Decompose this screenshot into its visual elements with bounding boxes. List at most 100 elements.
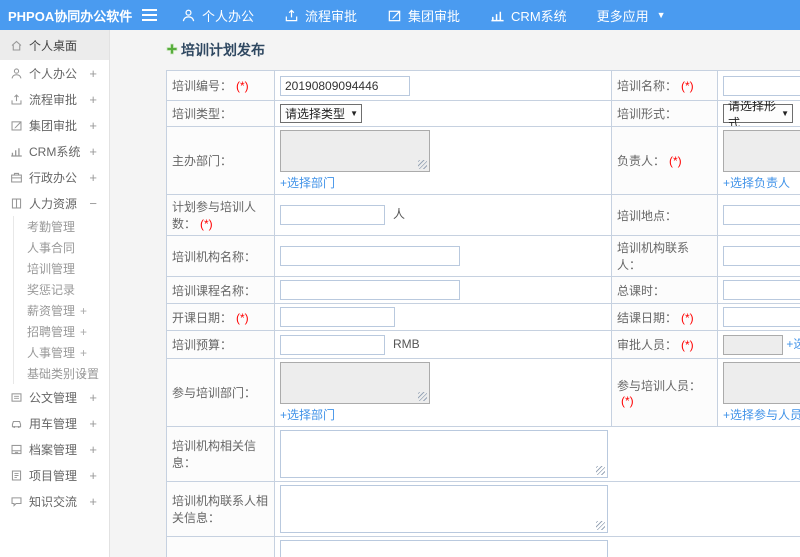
course-name-input[interactable]: [280, 280, 460, 300]
field-label: 总课时：: [617, 283, 666, 298]
select-approver-link[interactable]: +选择审批人员: [786, 337, 800, 351]
sidebar-item-salary-mgmt[interactable]: 薪资管理 +: [14, 300, 109, 321]
nav-personal-office[interactable]: 个人办公: [181, 6, 254, 25]
required-mark: (*): [669, 154, 682, 168]
nav-group-approval[interactable]: 集团审批: [387, 6, 460, 25]
select-department-link[interactable]: +选择部门: [280, 406, 606, 423]
select-participants-link[interactable]: +选择参与人员: [723, 406, 800, 423]
sidebar: 个人桌面 个人办公 + 流程审批 + 集团审批 + CRM系统 + 行政办公 +…: [0, 30, 110, 557]
training-type-select[interactable]: 请选择类型 ▼: [280, 104, 362, 123]
training-name-input[interactable]: [723, 75, 800, 96]
table-row: 培训要求：: [166, 536, 800, 557]
sidebar-item-crm[interactable]: CRM系统 +: [0, 138, 109, 164]
main-content: 培训计划发布 培训编号：(*) 培训名称：(*) 培训类型： 请选择类型▼ 培训…: [110, 30, 800, 557]
expand-plus-icon[interactable]: +: [80, 325, 87, 339]
sidebar-item-hr[interactable]: 人力资源 −: [0, 190, 109, 216]
hr-submenu: 考勤管理 人事合同 培训管理 奖惩记录 薪资管理 + 招聘管理 + 人事管理 + 基础…: [13, 216, 109, 384]
top-bar: PHPOA协同办公软件 个人办公 流程审批 集团审批 CRM系统 更多应用 ▼: [0, 0, 800, 30]
total-hours-input[interactable]: [723, 280, 800, 300]
page-title: 培训计划发布: [166, 40, 800, 60]
org-info-textarea[interactable]: [280, 430, 608, 478]
table-row: 开课日期： (*) 结课日期： (*): [166, 303, 800, 331]
nav-workflow-approval[interactable]: 流程审批: [284, 6, 357, 25]
chart-icon: [10, 145, 23, 158]
sidebar-item-recruit-mgmt[interactable]: 招聘管理 +: [14, 321, 109, 342]
approver-field[interactable]: [723, 334, 783, 355]
participating-departments-textarea[interactable]: [280, 362, 430, 404]
expand-plus-icon[interactable]: +: [89, 494, 97, 509]
sidebar-item-workflow-approval[interactable]: 流程审批 +: [0, 86, 109, 112]
sidebar-item-knowledge-exchange[interactable]: 知识交流 +: [0, 488, 109, 514]
unit-label: 人: [393, 207, 406, 222]
required-mark: (*): [621, 394, 634, 408]
expand-plus-icon[interactable]: +: [89, 170, 97, 185]
sidebar-item-base-category-settings[interactable]: 基础类别设置 +: [14, 363, 109, 384]
flow-icon: [10, 93, 23, 106]
training-form-select[interactable]: 请选择形式 ▼: [723, 102, 793, 126]
field-label: 参与培训人员：: [617, 379, 702, 393]
training-no-input[interactable]: [280, 75, 410, 96]
sidebar-item-document-mgmt[interactable]: 公文管理 +: [0, 384, 109, 410]
field-label: 培训名称：: [617, 79, 678, 93]
sidebar-item-archive-mgmt[interactable]: 档案管理 +: [0, 436, 109, 462]
hamburger-menu-icon[interactable]: [142, 9, 157, 21]
select-department-link[interactable]: +选择部门: [280, 174, 606, 191]
currency-label: RMB: [393, 336, 420, 351]
org-contact-info-textarea[interactable]: [280, 485, 608, 533]
table-row: 培训编号：(*) 培训名称：(*): [166, 70, 800, 101]
sidebar-item-attendance-mgmt[interactable]: 考勤管理: [14, 216, 109, 237]
expand-plus-icon[interactable]: +: [89, 416, 97, 431]
car-icon: [10, 417, 23, 430]
training-plan-form: 培训编号：(*) 培训名称：(*) 培训类型： 请选择类型▼ 培训形式： 请选择…: [166, 70, 800, 557]
responsible-person-textarea[interactable]: [723, 130, 800, 172]
nav-crm-system[interactable]: CRM系统: [490, 6, 567, 25]
expand-plus-icon[interactable]: +: [89, 468, 97, 483]
org-name-input[interactable]: [280, 246, 460, 266]
expand-plus-icon[interactable]: +: [89, 390, 97, 405]
sidebar-item-training-mgmt[interactable]: 培训管理: [14, 258, 109, 279]
nav-more-apps[interactable]: 更多应用 ▼: [597, 6, 666, 25]
org-contact-input[interactable]: [723, 246, 800, 266]
table-row: 参与培训部门： +选择部门 参与培训人员：(*) +选择参与人员: [166, 358, 800, 427]
budget-input[interactable]: [280, 334, 385, 355]
training-requirements-textarea[interactable]: [280, 540, 608, 557]
field-label: 培训地点：: [617, 208, 678, 223]
sidebar-item-group-approval[interactable]: 集团审批 +: [0, 112, 109, 138]
sidebar-item-reward-punishment[interactable]: 奖惩记录: [14, 279, 109, 300]
participants-textarea[interactable]: [723, 362, 800, 404]
end-date-input[interactable]: [723, 307, 800, 327]
top-nav: 个人办公 流程审批 集团审批 CRM系统 更多应用 ▼: [181, 6, 666, 25]
expand-plus-icon[interactable]: +: [80, 346, 87, 360]
field-label: 开课日期：: [172, 310, 233, 325]
collapse-minus-icon[interactable]: −: [89, 196, 97, 211]
select-responsible-link[interactable]: +选择负责人: [723, 174, 800, 191]
sidebar-item-personal-desktop[interactable]: 个人桌面: [0, 30, 109, 60]
expand-plus-icon[interactable]: +: [89, 144, 97, 159]
field-label: 培训类型：: [172, 107, 233, 121]
sidebar-item-personal-office[interactable]: 个人办公 +: [0, 60, 109, 86]
field-label: 培训预算：: [172, 338, 233, 352]
table-row: 计划参与培训人数： (*) 人 培训地点：: [166, 194, 800, 236]
chevron-down-icon: ▼: [781, 109, 789, 118]
training-location-input[interactable]: [723, 205, 800, 225]
sidebar-item-personnel-mgmt[interactable]: 人事管理 +: [14, 342, 109, 363]
sidebar-item-hr-contract[interactable]: 人事合同: [14, 237, 109, 258]
host-department-textarea[interactable]: [280, 130, 430, 172]
expand-plus-icon[interactable]: +: [80, 367, 87, 381]
required-mark: (*): [200, 217, 213, 231]
expand-plus-icon[interactable]: +: [89, 442, 97, 457]
field-label: 培训机构联系人相关信息：: [172, 494, 269, 525]
sidebar-item-admin-office[interactable]: 行政办公 +: [0, 164, 109, 190]
expand-plus-icon[interactable]: +: [89, 92, 97, 107]
sidebar-item-project-mgmt[interactable]: 项目管理 +: [0, 462, 109, 488]
person-icon: [181, 8, 196, 23]
planned-attendees-input[interactable]: [280, 205, 385, 225]
expand-plus-icon[interactable]: +: [89, 66, 97, 81]
sidebar-item-vehicle-mgmt[interactable]: 用车管理 +: [0, 410, 109, 436]
required-mark: (*): [681, 338, 694, 352]
expand-plus-icon[interactable]: +: [89, 118, 97, 133]
start-date-input[interactable]: [280, 307, 395, 327]
home-icon: [10, 39, 23, 52]
table-row: 培训类型： 请选择类型 ▼ 培训形式： 请选择形式 ▼: [166, 100, 800, 127]
expand-plus-icon[interactable]: +: [80, 304, 87, 318]
